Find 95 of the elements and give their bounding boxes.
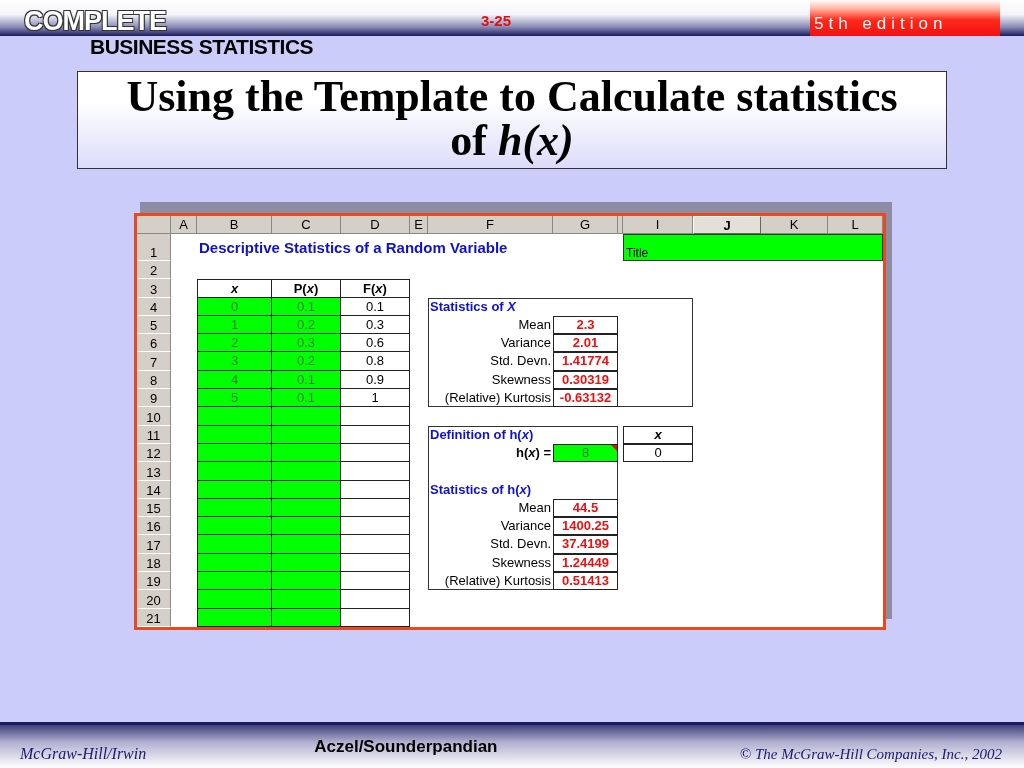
table-cell bbox=[272, 535, 341, 554]
row-header[interactable]: 17 bbox=[137, 535, 171, 554]
table-cell bbox=[341, 553, 410, 573]
stat-value: 44.5 bbox=[553, 498, 618, 518]
row-header[interactable]: 13 bbox=[137, 462, 171, 481]
column-header[interactable]: G bbox=[553, 216, 618, 234]
table-cell bbox=[341, 407, 410, 426]
stat-label: Variance bbox=[499, 517, 552, 536]
slide-number: 3-25 bbox=[481, 12, 512, 29]
stat-label: Mean bbox=[517, 498, 552, 517]
column-header[interactable]: E bbox=[410, 216, 428, 234]
column-heading: x bbox=[623, 425, 693, 444]
column-header[interactable]: A bbox=[171, 216, 197, 234]
comment-indicator-icon bbox=[611, 444, 617, 451]
table-cell bbox=[272, 462, 341, 481]
stat-label: Mean bbox=[517, 315, 552, 334]
column-heading: F(x) bbox=[341, 279, 410, 298]
table-cell bbox=[341, 425, 410, 444]
table-cell: 0 bbox=[623, 443, 693, 463]
stat-label: Skewness bbox=[490, 370, 552, 389]
select-all-corner[interactable] bbox=[137, 216, 171, 234]
row-header[interactable]: 16 bbox=[137, 517, 171, 536]
table-cell bbox=[341, 572, 410, 591]
table-cell bbox=[341, 498, 410, 518]
column-header[interactable]: K bbox=[761, 216, 828, 234]
column-header[interactable]: I bbox=[623, 216, 693, 234]
stat-value: 37.4199 bbox=[553, 535, 618, 554]
column-heading: P(x) bbox=[272, 279, 341, 298]
stat-value: 1.41774 bbox=[553, 352, 618, 371]
row-header[interactable]: 20 bbox=[137, 590, 171, 609]
column-header[interactable]: L bbox=[828, 216, 883, 234]
stat-value: 1.24449 bbox=[553, 553, 618, 573]
copyright: © The McGraw-Hill Companies, Inc., 2002 bbox=[739, 746, 1002, 763]
table-cell bbox=[341, 590, 410, 609]
series-subtitle: BUSINESS STATISTICS bbox=[90, 35, 315, 59]
publisher: McGraw-Hill/Irwin bbox=[20, 745, 147, 763]
column-header[interactable]: C bbox=[272, 216, 341, 234]
column-header[interactable]: B bbox=[197, 216, 272, 234]
column-header[interactable]: D bbox=[341, 216, 410, 234]
stat-label: (Relative) Kurtosis bbox=[443, 572, 552, 591]
panel-title: Definition of h(x) bbox=[429, 425, 535, 444]
formula-label: h(x) = bbox=[514, 443, 552, 462]
table-cell bbox=[272, 572, 341, 591]
row-header[interactable]: 2 bbox=[137, 261, 171, 280]
authors: Aczel/Sounderpandian bbox=[314, 737, 498, 757]
panel-title: Statistics of X bbox=[429, 297, 518, 316]
table-cell bbox=[272, 517, 341, 536]
row-header[interactable]: 10 bbox=[137, 407, 171, 426]
row-header[interactable]: 7 bbox=[137, 352, 171, 371]
table-cell: 0.1 bbox=[272, 389, 341, 408]
stat-label: (Relative) Kurtosis bbox=[443, 389, 552, 408]
row-header[interactable]: 3 bbox=[137, 279, 171, 298]
row-header[interactable]: 9 bbox=[137, 389, 171, 408]
table-cell: 0.6 bbox=[341, 334, 410, 353]
table-cell bbox=[272, 407, 341, 426]
stat-value: 0.51413 bbox=[553, 572, 618, 591]
panel-title: Statistics of h(x) bbox=[429, 480, 533, 499]
table-cell: 0.3 bbox=[341, 315, 410, 335]
input-cell[interactable]: 8 bbox=[553, 443, 618, 463]
table-cell: 0.9 bbox=[341, 370, 410, 390]
stat-label: Skewness bbox=[490, 553, 552, 572]
table-cell: 0.1 bbox=[341, 297, 410, 316]
stat-label: Variance bbox=[499, 334, 552, 353]
table-cell: 2 bbox=[197, 334, 272, 353]
table-cell bbox=[341, 443, 410, 463]
table-cell: 0.2 bbox=[272, 352, 341, 371]
table-cell bbox=[272, 590, 341, 609]
row-header[interactable]: 6 bbox=[137, 334, 171, 353]
column-header[interactable]: J bbox=[693, 216, 761, 234]
stat-value: 0.30319 bbox=[553, 370, 618, 390]
table-cell: 0.3 bbox=[272, 334, 341, 353]
stat-value: -0.63132 bbox=[553, 389, 618, 408]
row-header[interactable]: 19 bbox=[137, 572, 171, 591]
slide-title: Using the Template to Calculate statistics of h(x) bbox=[77, 71, 947, 169]
stat-label: Std. Devn. bbox=[489, 535, 552, 554]
stat-label: Std. Devn. bbox=[489, 352, 552, 371]
table-cell bbox=[341, 517, 410, 536]
column-heading: x bbox=[197, 279, 272, 298]
column-header[interactable]: F bbox=[428, 216, 553, 234]
stat-value: 2.3 bbox=[553, 315, 618, 335]
title-cell: Title bbox=[623, 234, 883, 261]
sheet-title: Descriptive Statistics of a Random Variable bbox=[198, 239, 509, 256]
table-cell: 0.8 bbox=[341, 352, 410, 371]
table-cell bbox=[341, 462, 410, 481]
table-cell: 1 bbox=[341, 389, 410, 408]
row-header[interactable]: 1 bbox=[137, 234, 171, 261]
stat-value: 2.01 bbox=[553, 334, 618, 353]
table-cell bbox=[341, 608, 410, 627]
column-header[interactable] bbox=[618, 216, 623, 234]
table-cell: 3 bbox=[197, 352, 272, 371]
edition-banner: 5th edition bbox=[810, 0, 1000, 36]
stat-value: 1400.25 bbox=[553, 517, 618, 536]
table-cell bbox=[341, 535, 410, 554]
table-cell bbox=[341, 480, 410, 499]
table-cell: 5 bbox=[197, 389, 272, 408]
